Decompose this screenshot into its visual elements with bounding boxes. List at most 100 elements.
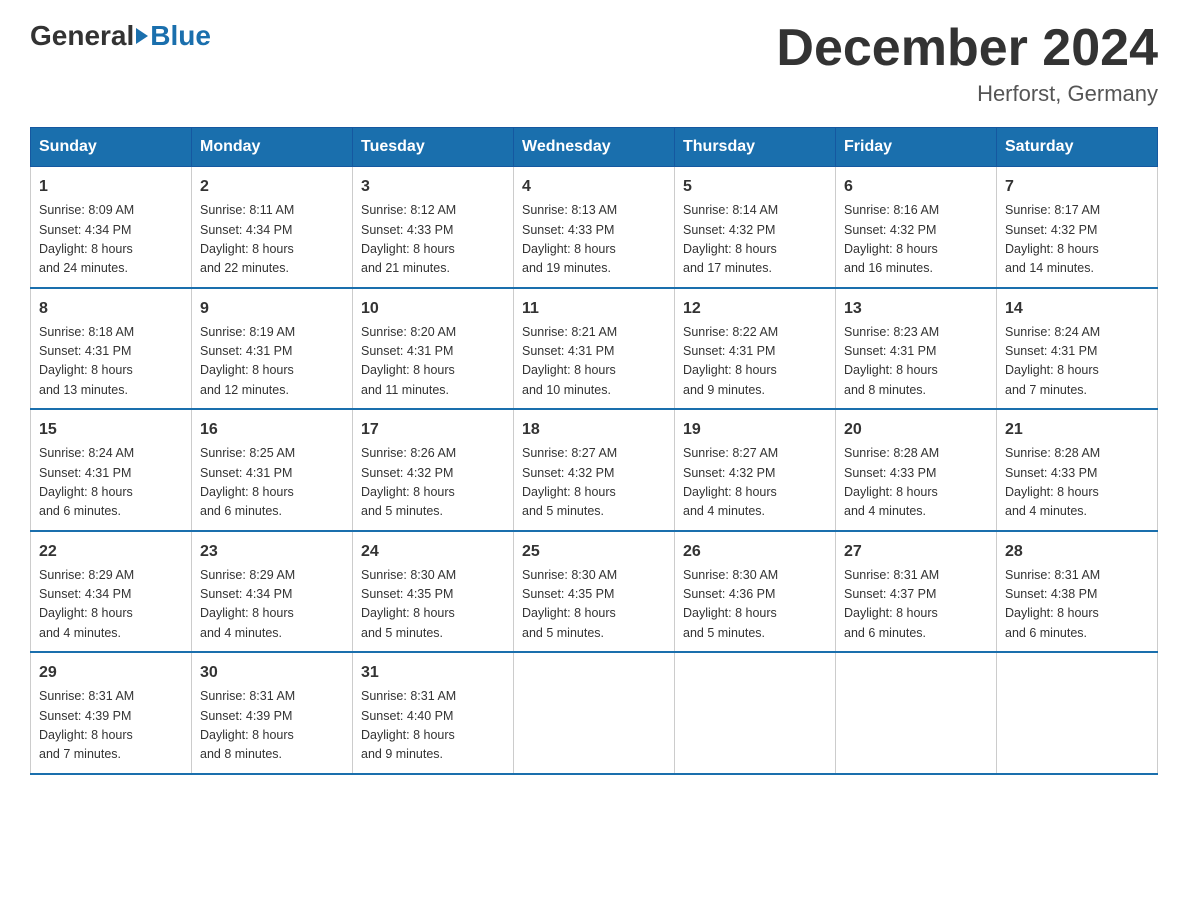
logo-general: General <box>30 20 134 52</box>
day-number: 8 <box>39 297 183 321</box>
day-info: Sunrise: 8:28 AMSunset: 4:33 PMDaylight:… <box>1005 444 1149 522</box>
calendar-cell: 7Sunrise: 8:17 AMSunset: 4:32 PMDaylight… <box>997 167 1158 288</box>
day-number: 2 <box>200 175 344 199</box>
calendar-cell: 24Sunrise: 8:30 AMSunset: 4:35 PMDayligh… <box>353 531 514 653</box>
calendar-cell: 1Sunrise: 8:09 AMSunset: 4:34 PMDaylight… <box>31 167 192 288</box>
week-row-1: 1Sunrise: 8:09 AMSunset: 4:34 PMDaylight… <box>31 167 1158 288</box>
week-row-2: 8Sunrise: 8:18 AMSunset: 4:31 PMDaylight… <box>31 288 1158 410</box>
day-info: Sunrise: 8:24 AMSunset: 4:31 PMDaylight:… <box>1005 323 1149 401</box>
calendar-cell: 19Sunrise: 8:27 AMSunset: 4:32 PMDayligh… <box>675 409 836 531</box>
day-number: 15 <box>39 418 183 442</box>
weekday-header-tuesday: Tuesday <box>353 128 514 167</box>
logo: General Blue <box>30 20 211 52</box>
day-number: 18 <box>522 418 666 442</box>
calendar-cell: 17Sunrise: 8:26 AMSunset: 4:32 PMDayligh… <box>353 409 514 531</box>
day-info: Sunrise: 8:25 AMSunset: 4:31 PMDaylight:… <box>200 444 344 522</box>
day-info: Sunrise: 8:31 AMSunset: 4:38 PMDaylight:… <box>1005 566 1149 644</box>
day-info: Sunrise: 8:23 AMSunset: 4:31 PMDaylight:… <box>844 323 988 401</box>
day-info: Sunrise: 8:20 AMSunset: 4:31 PMDaylight:… <box>361 323 505 401</box>
day-number: 26 <box>683 540 827 564</box>
day-number: 27 <box>844 540 988 564</box>
day-number: 30 <box>200 661 344 685</box>
day-info: Sunrise: 8:11 AMSunset: 4:34 PMDaylight:… <box>200 201 344 279</box>
calendar-cell: 20Sunrise: 8:28 AMSunset: 4:33 PMDayligh… <box>836 409 997 531</box>
calendar-cell: 2Sunrise: 8:11 AMSunset: 4:34 PMDaylight… <box>192 167 353 288</box>
calendar-cell: 14Sunrise: 8:24 AMSunset: 4:31 PMDayligh… <box>997 288 1158 410</box>
day-number: 10 <box>361 297 505 321</box>
calendar-cell <box>514 652 675 774</box>
day-info: Sunrise: 8:09 AMSunset: 4:34 PMDaylight:… <box>39 201 183 279</box>
calendar-cell <box>675 652 836 774</box>
day-info: Sunrise: 8:30 AMSunset: 4:35 PMDaylight:… <box>361 566 505 644</box>
day-info: Sunrise: 8:18 AMSunset: 4:31 PMDaylight:… <box>39 323 183 401</box>
day-info: Sunrise: 8:19 AMSunset: 4:31 PMDaylight:… <box>200 323 344 401</box>
day-number: 6 <box>844 175 988 199</box>
calendar-cell: 15Sunrise: 8:24 AMSunset: 4:31 PMDayligh… <box>31 409 192 531</box>
weekday-header-wednesday: Wednesday <box>514 128 675 167</box>
day-info: Sunrise: 8:30 AMSunset: 4:35 PMDaylight:… <box>522 566 666 644</box>
day-info: Sunrise: 8:28 AMSunset: 4:33 PMDaylight:… <box>844 444 988 522</box>
day-number: 31 <box>361 661 505 685</box>
day-number: 29 <box>39 661 183 685</box>
day-info: Sunrise: 8:17 AMSunset: 4:32 PMDaylight:… <box>1005 201 1149 279</box>
day-number: 12 <box>683 297 827 321</box>
day-info: Sunrise: 8:13 AMSunset: 4:33 PMDaylight:… <box>522 201 666 279</box>
page-title: December 2024 <box>776 20 1158 77</box>
calendar-cell: 4Sunrise: 8:13 AMSunset: 4:33 PMDaylight… <box>514 167 675 288</box>
day-info: Sunrise: 8:31 AMSunset: 4:39 PMDaylight:… <box>200 687 344 765</box>
day-number: 1 <box>39 175 183 199</box>
day-number: 19 <box>683 418 827 442</box>
week-row-4: 22Sunrise: 8:29 AMSunset: 4:34 PMDayligh… <box>31 531 1158 653</box>
day-number: 16 <box>200 418 344 442</box>
subtitle: Herforst, Germany <box>776 81 1158 107</box>
day-info: Sunrise: 8:27 AMSunset: 4:32 PMDaylight:… <box>683 444 827 522</box>
day-number: 23 <box>200 540 344 564</box>
day-info: Sunrise: 8:31 AMSunset: 4:37 PMDaylight:… <box>844 566 988 644</box>
day-number: 28 <box>1005 540 1149 564</box>
calendar-cell: 11Sunrise: 8:21 AMSunset: 4:31 PMDayligh… <box>514 288 675 410</box>
day-info: Sunrise: 8:12 AMSunset: 4:33 PMDaylight:… <box>361 201 505 279</box>
calendar-cell: 3Sunrise: 8:12 AMSunset: 4:33 PMDaylight… <box>353 167 514 288</box>
weekday-header-row: SundayMondayTuesdayWednesdayThursdayFrid… <box>31 128 1158 167</box>
day-number: 17 <box>361 418 505 442</box>
day-info: Sunrise: 8:26 AMSunset: 4:32 PMDaylight:… <box>361 444 505 522</box>
calendar-cell: 6Sunrise: 8:16 AMSunset: 4:32 PMDaylight… <box>836 167 997 288</box>
calendar-cell: 9Sunrise: 8:19 AMSunset: 4:31 PMDaylight… <box>192 288 353 410</box>
calendar-cell: 31Sunrise: 8:31 AMSunset: 4:40 PMDayligh… <box>353 652 514 774</box>
calendar-cell: 22Sunrise: 8:29 AMSunset: 4:34 PMDayligh… <box>31 531 192 653</box>
calendar-cell <box>997 652 1158 774</box>
day-info: Sunrise: 8:31 AMSunset: 4:40 PMDaylight:… <box>361 687 505 765</box>
calendar-cell: 29Sunrise: 8:31 AMSunset: 4:39 PMDayligh… <box>31 652 192 774</box>
weekday-header-friday: Friday <box>836 128 997 167</box>
day-number: 22 <box>39 540 183 564</box>
day-number: 11 <box>522 297 666 321</box>
day-number: 13 <box>844 297 988 321</box>
calendar-cell: 27Sunrise: 8:31 AMSunset: 4:37 PMDayligh… <box>836 531 997 653</box>
title-area: December 2024 Herforst, Germany <box>776 20 1158 107</box>
day-number: 14 <box>1005 297 1149 321</box>
day-number: 9 <box>200 297 344 321</box>
day-info: Sunrise: 8:14 AMSunset: 4:32 PMDaylight:… <box>683 201 827 279</box>
calendar-cell <box>836 652 997 774</box>
calendar-cell: 10Sunrise: 8:20 AMSunset: 4:31 PMDayligh… <box>353 288 514 410</box>
calendar-cell: 26Sunrise: 8:30 AMSunset: 4:36 PMDayligh… <box>675 531 836 653</box>
day-number: 21 <box>1005 418 1149 442</box>
calendar-cell: 23Sunrise: 8:29 AMSunset: 4:34 PMDayligh… <box>192 531 353 653</box>
day-number: 20 <box>844 418 988 442</box>
calendar-cell: 28Sunrise: 8:31 AMSunset: 4:38 PMDayligh… <box>997 531 1158 653</box>
day-info: Sunrise: 8:21 AMSunset: 4:31 PMDaylight:… <box>522 323 666 401</box>
day-number: 7 <box>1005 175 1149 199</box>
week-row-5: 29 Sunrise: 8:31 AMSunset: 4:39 PMDayligh… <box>31 652 1158 774</box>
calendar-cell: 12Sunrise: 8:22 AMSunset: 4:31 PMDayligh… <box>675 288 836 410</box>
logo-blue: Blue <box>150 20 211 52</box>
day-info: Sunrise: 8:27 AMSunset: 4:32 PMDaylight:… <box>522 444 666 522</box>
day-number: 25 <box>522 540 666 564</box>
calendar-cell: 21Sunrise: 8:28 AMSunset: 4:33 PMDayligh… <box>997 409 1158 531</box>
day-number: 5 <box>683 175 827 199</box>
day-info: Sunrise: 8:30 AMSunset: 4:36 PMDaylight:… <box>683 566 827 644</box>
weekday-header-saturday: Saturday <box>997 128 1158 167</box>
day-info: Sunrise: 8:16 AMSunset: 4:32 PMDaylight:… <box>844 201 988 279</box>
day-number: 4 <box>522 175 666 199</box>
header: General Blue December 2024 Herforst, Ger… <box>30 20 1158 107</box>
day-number: 3 <box>361 175 505 199</box>
